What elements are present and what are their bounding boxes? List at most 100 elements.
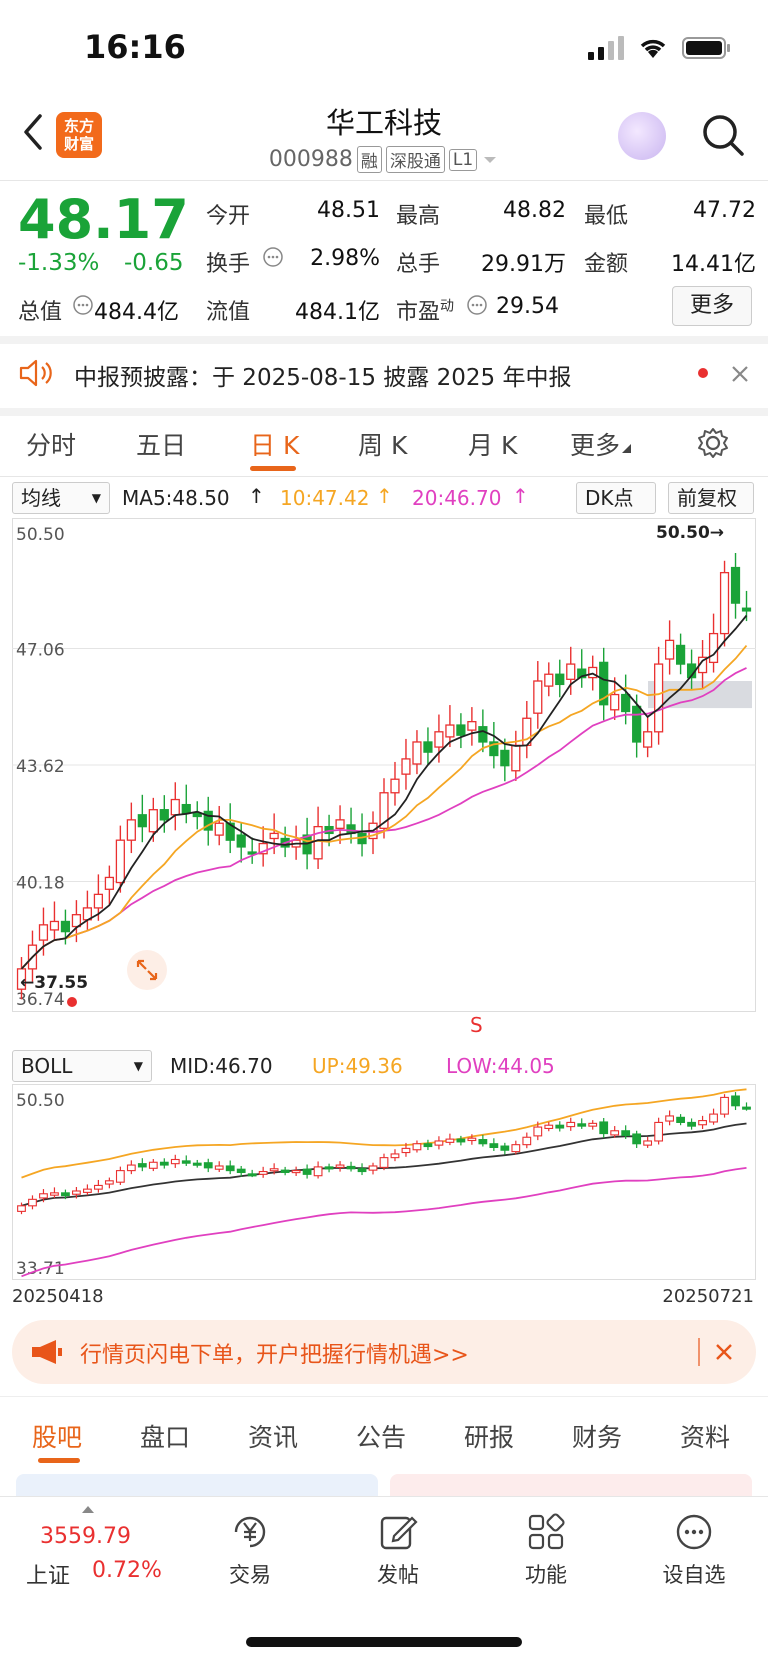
boll-candle-body — [467, 1137, 477, 1142]
nav-post[interactable]: 发帖 — [348, 1510, 448, 1589]
y-tick-label: 43.62 — [16, 757, 65, 777]
nav-post-label: 发帖 — [377, 1563, 419, 1587]
tab-news[interactable]: 资讯 — [248, 1418, 298, 1454]
expand-icon — [127, 950, 167, 990]
last-price: 48.17 — [18, 188, 189, 251]
index-value[interactable]: 3559.79 — [40, 1524, 131, 1549]
candle-body — [478, 726, 488, 743]
date-end: 20250721 — [662, 1286, 754, 1307]
candle-body — [115, 839, 125, 884]
boll-candle-body — [291, 1170, 301, 1174]
adjust-button[interactable]: 前复权 — [668, 482, 754, 514]
tab-weekly-k[interactable]: 周 K — [358, 426, 407, 462]
candle-body — [434, 731, 444, 748]
candle-body — [148, 809, 158, 833]
boll-candle-body — [324, 1166, 334, 1170]
tag-connect: 深股通 — [385, 146, 445, 173]
boll-candle-body — [225, 1165, 235, 1172]
ma10-value: 10:47.42 — [280, 486, 370, 510]
info-icon[interactable] — [466, 294, 488, 316]
tab-intraday[interactable]: 分时 — [26, 426, 76, 462]
boll-candle-body — [731, 1095, 740, 1107]
boll-candle-body — [17, 1205, 26, 1212]
candle-body — [610, 693, 620, 711]
search-icon[interactable] — [700, 112, 746, 158]
dropdown-icon[interactable] — [481, 154, 499, 166]
sub-indicator-select[interactable]: BOLL ▼ — [12, 1050, 152, 1082]
nav-functions[interactable]: 功能 — [496, 1510, 596, 1589]
kline-chart[interactable]: 50.50 47.06 43.62 40.18 36.74 50.50→ ←37.55 S — [12, 518, 756, 1048]
mktcap-label: 总值 — [18, 300, 63, 325]
boll-candle-body — [566, 1121, 576, 1128]
notice-text[interactable]: 中报预披露：于 2025-08-15 披露 2025 年中报 — [74, 358, 571, 392]
more-dots-icon — [676, 1514, 712, 1550]
assistant-avatar[interactable] — [618, 112, 666, 160]
candle-body — [126, 819, 136, 841]
candle-body — [643, 731, 653, 748]
tab-profile[interactable]: 资料 — [680, 1418, 730, 1454]
nav-functions-label: 功能 — [525, 1563, 567, 1587]
candle-body — [445, 724, 455, 738]
nav-watchlist[interactable]: 设自选 — [644, 1510, 744, 1589]
tab-orderbook[interactable]: 盘口 — [140, 1418, 190, 1454]
main-indicator-select[interactable]: 均线 ▼ — [12, 482, 110, 514]
tab-announcements[interactable]: 公告 — [356, 1418, 406, 1454]
divider — [698, 1338, 700, 1366]
boll-candle-body — [390, 1153, 400, 1159]
pe-label-sup: 动 — [440, 298, 455, 315]
info-icon[interactable] — [262, 246, 284, 268]
dk-points-button[interactable]: DK点 — [576, 482, 656, 514]
promo-text[interactable]: 行情页闪电下单，开户把握行情机遇>> — [80, 1337, 469, 1369]
high-value: 48.82 — [503, 198, 566, 223]
nav-trade[interactable]: 交易 — [200, 1510, 300, 1589]
tab-daily-k[interactable]: 日 K — [250, 426, 299, 462]
main-indicator-label: 均线 — [21, 486, 61, 510]
tag-level: L1 — [448, 148, 478, 171]
tab-monthly-k[interactable]: 月 K — [468, 426, 517, 462]
candle-body — [456, 724, 466, 736]
close-icon[interactable] — [714, 1342, 734, 1362]
boll-candle-body — [588, 1122, 598, 1127]
boll-chart[interactable]: 50.5033.71 — [12, 1084, 756, 1280]
nav-watchlist-label: 设自选 — [662, 1563, 726, 1587]
candle-body — [708, 632, 719, 664]
boll-candle-body — [522, 1136, 532, 1146]
tab-forum[interactable]: 股吧 — [32, 1418, 82, 1454]
boll-candle-body — [654, 1121, 664, 1142]
low-label: 最低 — [584, 204, 629, 229]
tab-finance[interactable]: 财务 — [572, 1418, 622, 1454]
more-button[interactable]: 更多 — [672, 286, 752, 326]
candle-body — [566, 663, 576, 680]
info-icon[interactable] — [72, 294, 94, 316]
candle-body — [555, 673, 565, 686]
signal-icon — [588, 36, 624, 60]
boll-candle-body — [544, 1124, 554, 1130]
candle-body — [170, 798, 180, 816]
boll-candle-body — [83, 1188, 92, 1193]
change-amount: -0.65 — [124, 250, 184, 276]
change-percent: -1.33% — [18, 250, 100, 276]
boll-candle-body — [665, 1115, 675, 1122]
boll-candle-body — [379, 1157, 389, 1168]
boll-candle-body — [93, 1184, 103, 1190]
index-change[interactable]: 0.72% — [92, 1558, 162, 1583]
tab-research[interactable]: 研报 — [464, 1418, 514, 1454]
boll-candle-body — [50, 1192, 59, 1196]
megaphone-icon — [32, 1340, 62, 1364]
candle-body — [269, 832, 279, 840]
index-name[interactable]: 上证 — [26, 1558, 70, 1590]
nav-trade-label: 交易 — [229, 1563, 271, 1587]
boll-candle-body — [533, 1126, 543, 1137]
close-icon[interactable] — [730, 364, 750, 384]
boll-candle-body — [500, 1145, 510, 1151]
boll-candle-body — [478, 1139, 488, 1145]
boll-candle-body — [456, 1138, 466, 1143]
tab-more[interactable]: 更多 — [570, 426, 632, 462]
corner-triangle-icon — [622, 444, 632, 453]
ma20-value: 20:46.70 — [412, 486, 502, 510]
tab-five-day[interactable]: 五日 — [136, 426, 186, 462]
dropdown-arrow-icon: ▼ — [133, 1059, 143, 1073]
up-arrow-icon[interactable] — [80, 1504, 96, 1514]
settings-gear-icon[interactable] — [696, 426, 730, 460]
unread-dot — [698, 368, 708, 378]
